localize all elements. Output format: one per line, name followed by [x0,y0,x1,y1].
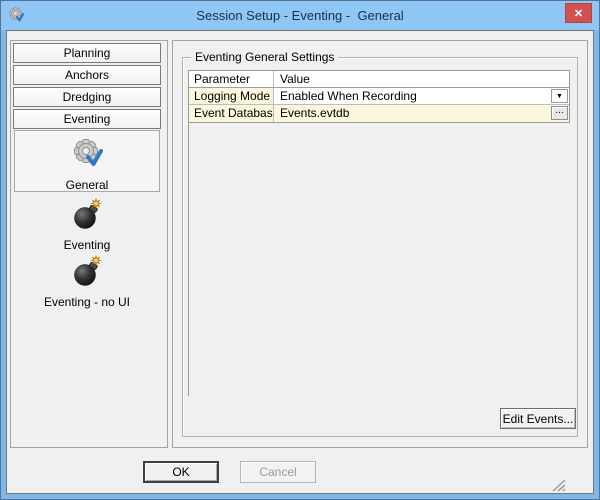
bomb-icon [71,198,103,235]
close-icon: ✕ [573,7,584,20]
sidebar-item-label: Eventing [63,238,111,252]
value-cell-logging-mode[interactable]: Enabled When Recording ▼ [274,88,569,104]
logging-mode-value: Enabled When Recording [280,89,417,103]
window-title: Session Setup - Eventing - General [196,8,404,23]
sidebar-item-dredging[interactable]: Dredging [13,87,161,107]
sidebar-item-anchors[interactable]: Anchors [13,65,161,85]
sidebar-item-planning[interactable]: Planning [13,43,161,63]
column-header-value: Value [280,72,310,86]
value-cell-event-database[interactable]: Events.evtdb ... [274,105,569,122]
ok-button[interactable]: OK [143,461,219,483]
groupbox-title: Eventing General Settings [191,50,339,64]
table-row: Logging Mode Enabled When Recording ▼ [189,88,569,105]
event-database-value: Events.evtdb [280,106,350,120]
logging-mode-dropdown-button[interactable]: ▼ [551,89,568,103]
sidebar-item-eventing[interactable]: Eventing [13,109,161,129]
settings-panel: Eventing General Settings Parameter Valu… [172,40,588,448]
gear-check-icon [71,138,103,175]
sidebar-item-label: General [65,178,109,192]
param-cell-event-database: Event Database [189,105,274,122]
close-button[interactable]: ✕ [565,3,592,23]
parameter-table: Parameter Value Logging Mode Enabled Whe… [189,70,570,123]
dialog-client-area: Planning Anchors Dredging Eventing Gener… [6,30,594,494]
chevron-down-icon: ▼ [556,92,563,100]
sidebar-item-general-selected[interactable]: General [14,130,160,192]
sidebar-item-eventing-no-ui[interactable]: Eventing - no UI [14,255,160,313]
event-database-browse-button[interactable]: ... [551,106,568,120]
titlebar[interactable]: Session Setup - Eventing - General ✕ [1,1,599,30]
table-row: Event Database Events.evtdb ... [189,105,569,122]
cancel-button[interactable]: Cancel [240,461,316,483]
category-sidebar: Planning Anchors Dredging Eventing Gener… [10,40,168,448]
resize-grip[interactable] [548,477,568,492]
sidebar-item-label: Eventing - no UI [43,295,131,309]
ellipsis-icon: ... [555,105,564,116]
table-header-row: Parameter Value [189,71,569,88]
column-header-parameter: Parameter [189,71,274,87]
parameter-grid: Parameter Value Logging Mode Enabled Whe… [188,70,570,396]
sidebar-item-eventing-page[interactable]: Eventing [14,198,160,252]
bomb-icon [71,255,103,292]
edit-events-button[interactable]: Edit Events... [500,408,576,429]
session-setup-dialog: Session Setup - Eventing - General ✕ Pla… [0,0,600,500]
eventing-general-settings-group: Eventing General Settings Parameter Valu… [182,50,578,437]
param-cell-logging-mode: Logging Mode [189,88,274,104]
